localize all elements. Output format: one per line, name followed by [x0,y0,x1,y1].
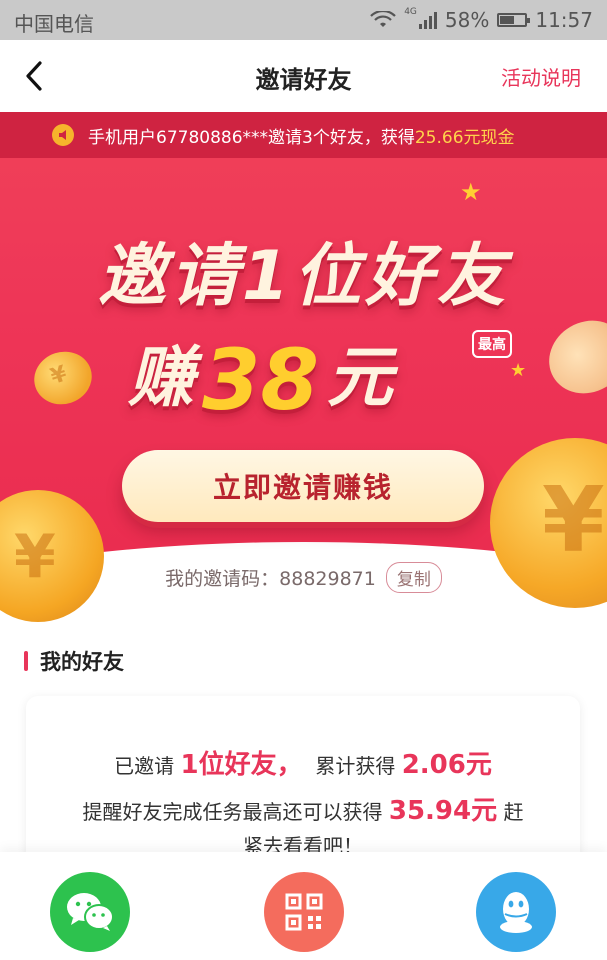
status-bar: 中国电信 4G 58% 11:57 [0,0,607,40]
share-qr-button[interactable] [264,872,344,952]
hero-headline: 邀请1位好友 [97,237,510,316]
marquee-text: 手机用户67780886***邀请3个好友，获得25.66元现金 [88,127,515,148]
invite-now-button[interactable]: 立即邀请赚钱 [122,450,484,522]
max-badge: 最高 [472,330,512,358]
my-friends-header: 我的好友 [24,646,124,676]
qq-icon [500,892,532,933]
hero-reward: 赚 38 元 [128,324,393,429]
coin-icon: ¥ [27,344,99,412]
star-icon: ★ [510,360,527,381]
qr-code-icon [285,893,323,931]
carrier-name: 中国电信 [14,12,94,36]
status-icons: 4G 58% 11:57 [370,7,593,32]
announcement-marquee: 手机用户67780886***邀请3个好友，获得25.66元现金 [0,112,607,158]
section-accent-bar [24,651,28,671]
invite-code-label: 我的邀请码：88829871 [165,568,376,590]
network-type: 4G [404,7,417,17]
reward-amount: 38 [202,331,319,429]
speaker-icon [52,124,74,146]
wifi-icon [370,11,396,27]
activity-rules-link[interactable]: 活动说明 [501,62,581,91]
marquee-reward: 25.66元现金 [414,127,515,148]
invited-summary: 已邀请 1位好友， 累计获得 2.06元 [114,750,492,780]
battery-icon [497,13,531,27]
battery-percent: 58% [444,8,490,32]
clock: 11:57 [535,8,593,32]
invited-count: 1位好友， [180,750,303,780]
share-bar [0,852,607,960]
copy-button[interactable]: 复制 [385,562,442,593]
coin-icon [535,306,607,408]
remaining-amount: 35.94元 [388,796,498,826]
invite-code-value: 88829871 [279,568,376,590]
hero-banner: 手机用户67780886***邀请3个好友，获得25.66元现金 ★ ★ ¥ 邀… [0,112,607,632]
star-icon: ★ [460,178,482,206]
earned-amount: 2.06元 [401,750,492,780]
share-wechat-button[interactable] [50,872,130,952]
earn-label: 赚 [128,339,194,416]
share-qq-button[interactable] [476,872,556,952]
signal-icon [418,11,437,29]
remind-summary: 提醒好友完成任务最高还可以获得 35.94元 赶 [82,796,524,826]
reward-unit: 元 [326,339,393,416]
invite-code-row: 我的邀请码：88829871 复制 [0,562,607,593]
section-title: 我的好友 [40,650,124,674]
wechat-icon [67,893,114,931]
nav-bar: 邀请好友 活动说明 [0,40,607,112]
